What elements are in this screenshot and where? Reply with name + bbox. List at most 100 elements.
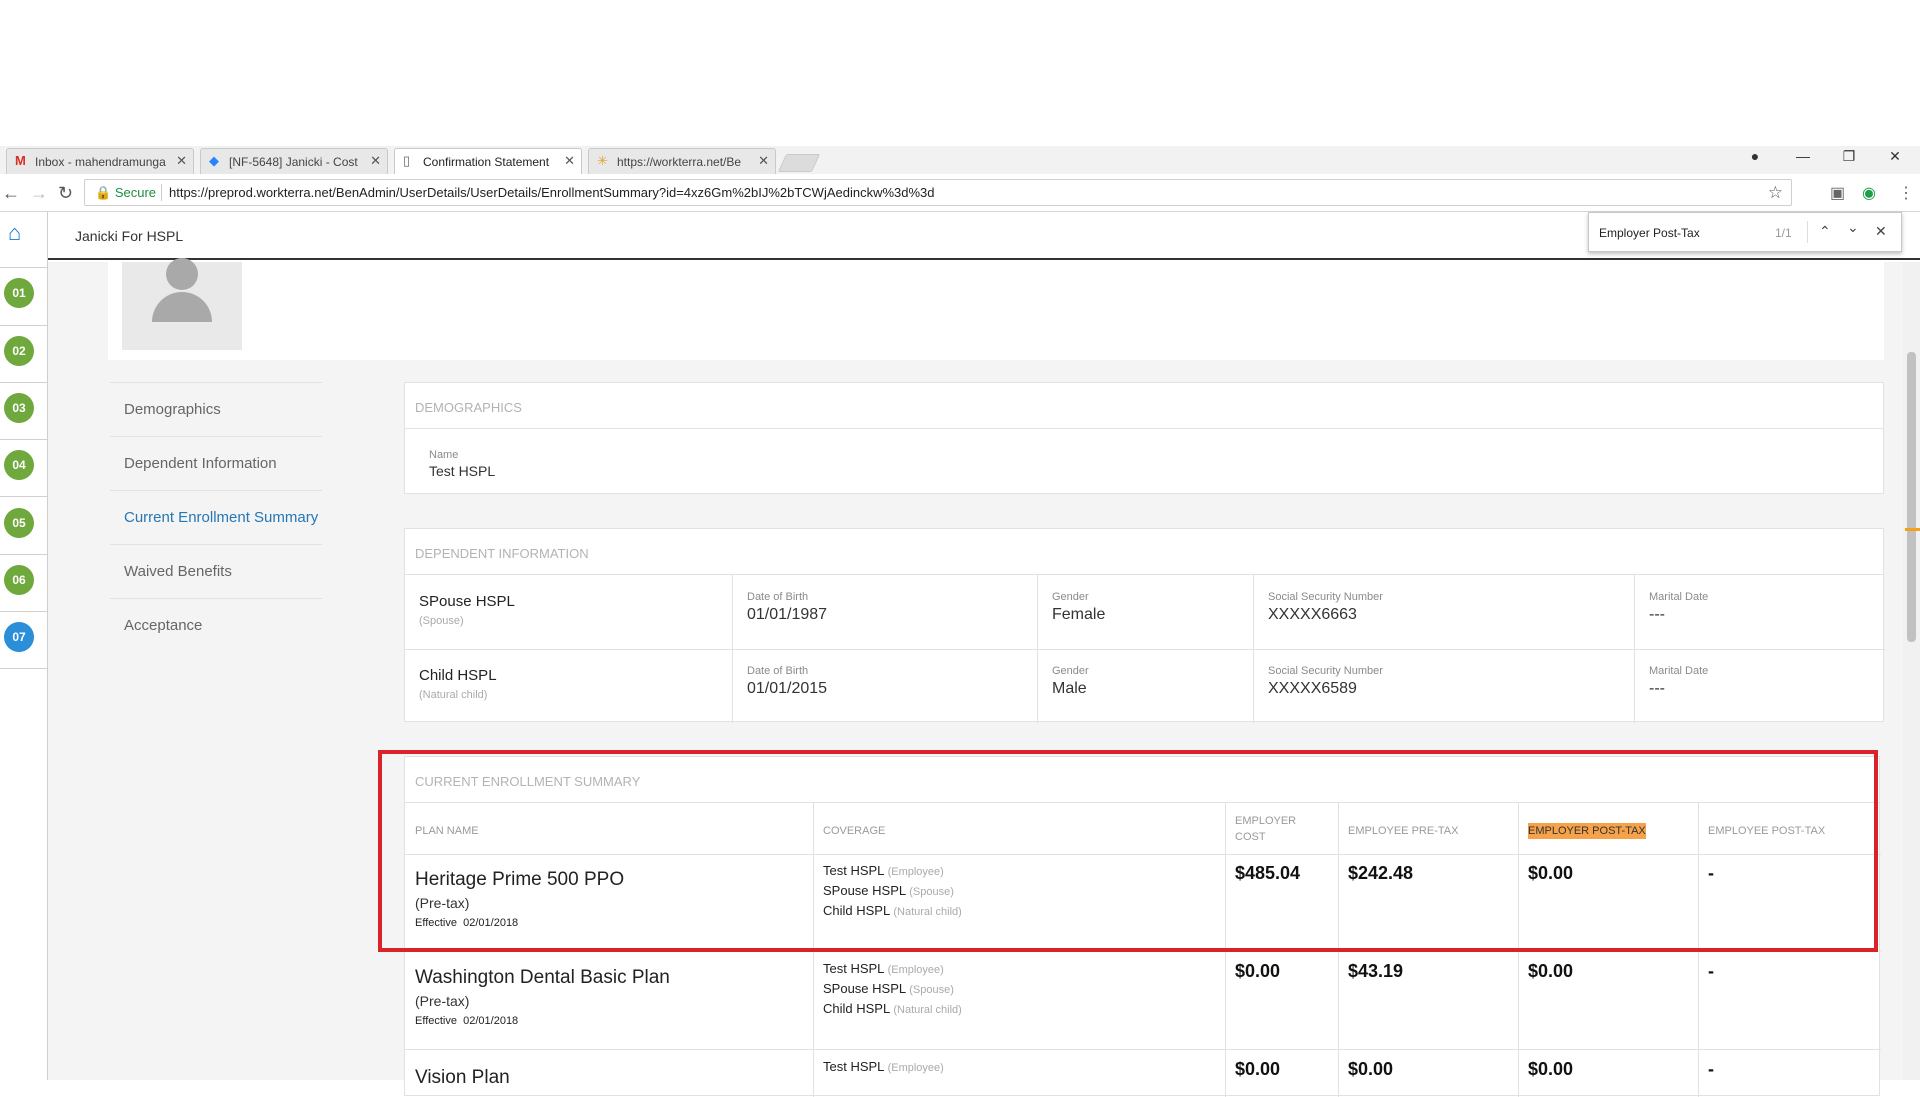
employee-posttax-value: - [1708, 961, 1714, 981]
sidenav-item-acceptance[interactable]: Acceptance [110, 598, 322, 652]
tab-workterra[interactable]: ✳ https://workterra.net/Be ✕ [588, 148, 776, 174]
dependent-dob: 01/01/2015 [747, 680, 828, 697]
sidenav-item-dependent-information[interactable]: Dependent Information [110, 436, 322, 490]
employer-posttax-value: $0.00 [1528, 961, 1574, 981]
sidenav-item-current-enrollment-summary[interactable]: Current Enrollment Summary [110, 490, 322, 544]
minimize-icon[interactable]: — [1792, 148, 1814, 164]
tab-title: https://workterra.net/Be [617, 155, 742, 169]
reload-icon[interactable]: ↻ [58, 183, 73, 204]
field-label: Name [429, 449, 459, 461]
step-03[interactable]: 03 [4, 393, 34, 423]
profile-icon[interactable]: ● [1744, 148, 1766, 164]
find-bar: Employer Post-Tax 1/1 ⌃ ⌄ ✕ [1588, 212, 1902, 252]
secure-indicator[interactable]: 🔒 Secure [95, 185, 156, 201]
step-04[interactable]: 04 [4, 450, 34, 480]
step-05[interactable]: 05 [4, 508, 34, 538]
divider [0, 439, 48, 440]
document-icon: ▯ [403, 153, 411, 168]
field-label: Gender [1052, 665, 1089, 677]
divider [0, 611, 48, 612]
avatar [122, 258, 242, 350]
plan-name: Washington Dental Basic Plan [415, 967, 670, 988]
avatar-body-shape [152, 292, 212, 322]
find-next-icon[interactable]: ⌄ [1847, 219, 1859, 236]
grammarly-icon[interactable]: ◉ [1862, 183, 1876, 203]
coverage-member: Test HSPL (Employee) [823, 1059, 944, 1074]
employer-cost-value: $0.00 [1235, 1059, 1281, 1079]
home-icon[interactable]: ⌂ [8, 220, 21, 246]
dependent-gender: Female [1052, 606, 1106, 623]
scrollbar[interactable] [1903, 262, 1920, 1080]
gmail-icon: M [15, 153, 26, 168]
coverage-relation: (Employee) [887, 1062, 944, 1074]
close-icon[interactable]: ✕ [564, 153, 575, 169]
scrollbar-thumb[interactable] [1907, 352, 1916, 642]
loading-icon: ✳ [597, 153, 608, 168]
coverage-name: Test HSPL [823, 1059, 884, 1074]
step-06[interactable]: 06 [4, 565, 34, 595]
find-previous-icon[interactable]: ⌃ [1819, 223, 1831, 240]
dependent-name: SPouse HSPL [419, 593, 515, 610]
coverage-member: Test HSPL (Employee) [823, 961, 944, 976]
step-07[interactable]: 07 [4, 622, 34, 652]
sidenav-item-waived-benefits[interactable]: Waived Benefits [110, 544, 322, 598]
close-icon[interactable]: ✕ [176, 153, 187, 169]
section-heading: DEMOGRAPHICS [405, 383, 1883, 429]
profile-card [108, 258, 1884, 360]
tab-title: Confirmation Statement [423, 155, 550, 169]
avatar-head-shape [166, 258, 198, 290]
employee-pretax-value: $0.00 [1348, 1059, 1394, 1079]
find-match-marker [1905, 528, 1920, 531]
divider [0, 382, 48, 383]
main-content: Demographics Dependent Information Curre… [48, 258, 1903, 1097]
find-input[interactable]: Employer Post-Tax [1599, 226, 1700, 240]
effective-date: 02/01/2018 [463, 1015, 519, 1027]
close-icon[interactable]: ✕ [758, 153, 769, 169]
divider [0, 496, 48, 497]
field-label: Marital Date [1649, 665, 1709, 677]
menu-kebab-icon[interactable]: ⋮ [1898, 183, 1914, 203]
coverage-name: Child HSPL [823, 1001, 890, 1016]
restore-icon[interactable]: ❐ [1838, 148, 1860, 165]
employee-pretax-value: $43.19 [1348, 961, 1404, 981]
new-tab-button[interactable] [777, 154, 821, 172]
divider [0, 668, 48, 669]
field-label: Social Security Number [1268, 665, 1383, 677]
forward-arrow-icon[interactable]: → [30, 183, 48, 204]
back-arrow-icon[interactable]: ← [2, 183, 20, 204]
close-icon[interactable]: ✕ [370, 153, 381, 169]
browser-toolbar: ← → ↻ 🔒 Secure https://preprod.workterra… [0, 174, 1920, 212]
dependent-name: Child HSPL [419, 667, 497, 684]
divider [405, 1049, 1881, 1050]
dependent-marital-date: --- [1649, 680, 1665, 697]
tab-inbox[interactable]: M Inbox - mahendramunga ✕ [6, 148, 194, 174]
field-label: Marital Date [1649, 591, 1709, 603]
employer-cost-value: $0.00 [1235, 961, 1281, 981]
coverage-member: Child HSPL (Natural child) [823, 1001, 962, 1016]
tab-jira[interactable]: ◆ [NF-5648] Janicki - Cost ✕ [200, 148, 388, 174]
demographics-section: DEMOGRAPHICS Name Test HSPL [404, 382, 1884, 494]
find-close-icon[interactable]: ✕ [1875, 223, 1887, 240]
browser-tab-strip: M Inbox - mahendramunga ✕ ◆ [NF-5648] Ja… [0, 146, 1920, 174]
coverage-name: SPouse HSPL [823, 981, 906, 996]
dependent-relation: (Spouse) [419, 615, 464, 627]
dependent-marital-date: --- [1649, 606, 1665, 623]
divider [0, 554, 48, 555]
address-bar[interactable]: 🔒 Secure https://preprod.workterra.net/B… [84, 179, 1792, 206]
step-02[interactable]: 02 [4, 336, 34, 366]
tab-confirmation-statement[interactable]: ▯ Confirmation Statement ✕ [394, 148, 582, 174]
step-01[interactable]: 01 [4, 278, 34, 308]
jira-icon: ◆ [209, 153, 219, 168]
url-text[interactable]: https://preprod.workterra.net/BenAdmin/U… [169, 185, 935, 200]
sidenav-item-demographics[interactable]: Demographics [110, 382, 322, 436]
bookmark-star-icon[interactable]: ☆ [1768, 183, 1783, 203]
coverage-relation: (Employee) [887, 964, 944, 976]
field-label: Date of Birth [747, 591, 809, 603]
tab-title: Inbox - mahendramunga [35, 155, 166, 169]
effective-label: Effective [415, 1015, 457, 1027]
divider [1807, 221, 1808, 243]
window-close-icon[interactable]: ✕ [1884, 148, 1906, 165]
extension-icon[interactable]: ▣ [1830, 183, 1845, 203]
coverage-relation: (Natural child) [893, 1004, 962, 1016]
dependent-dob: 01/01/1987 [747, 606, 828, 623]
